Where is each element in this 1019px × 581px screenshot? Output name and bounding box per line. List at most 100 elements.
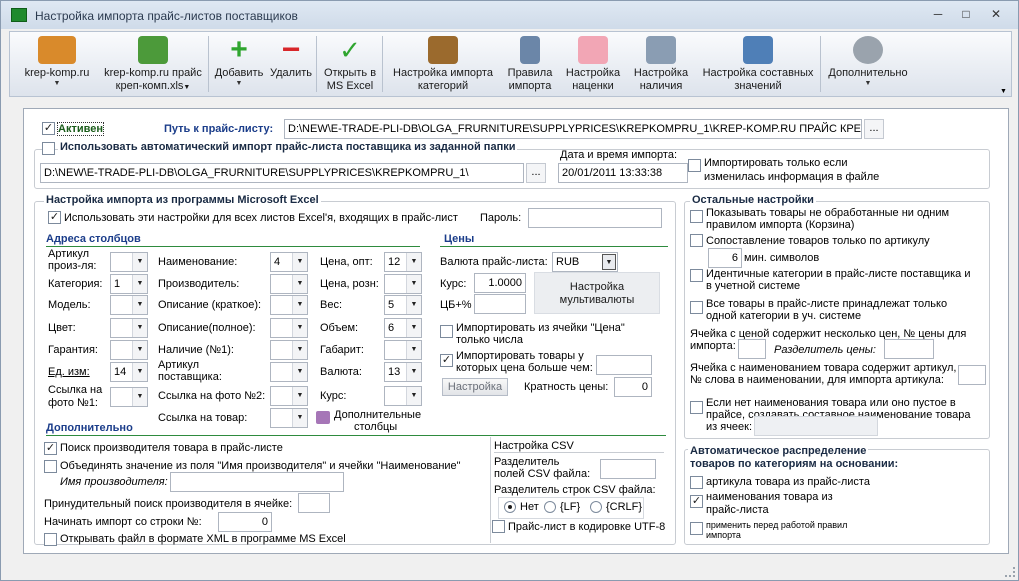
delete-label: Удалить <box>270 67 312 79</box>
password-field[interactable] <box>528 208 662 228</box>
weight-column-select[interactable]: 5 ▼ <box>384 295 422 315</box>
browse-path-button[interactable]: ... <box>864 119 884 139</box>
full-description-column-select[interactable]: ▼ <box>270 318 308 338</box>
manufacturer-name-field[interactable] <box>170 472 344 492</box>
price-setting-button[interactable]: Настройка <box>442 378 508 396</box>
price-currency-select[interactable]: RUB ▼ <box>552 252 618 272</box>
cb-percent-field[interactable] <box>474 294 526 314</box>
prices-header: Цены <box>444 233 475 245</box>
by-article-checkbox[interactable] <box>690 476 703 489</box>
toolbar-price-file-button[interactable]: krep-komp.ru прайс креп-комп.xls▼ <box>98 32 208 96</box>
markup-button[interactable]: Настройка наценки <box>560 32 626 96</box>
by-name-checkbox[interactable]: ✓ <box>690 495 703 508</box>
retail-price-column-select[interactable]: ▼ <box>384 274 422 294</box>
start-row-field[interactable]: 0 <box>218 512 272 532</box>
price-multiplicity-field[interactable]: 0 <box>614 377 652 397</box>
auto-import-checkbox[interactable] <box>42 142 55 155</box>
open-excel-button[interactable]: ✓ Открыть в MS Excel <box>318 32 382 96</box>
price-greater-checkbox[interactable]: ✓ <box>440 354 453 367</box>
multi-price-label-2: импорта: <box>690 340 736 352</box>
column-addresses-header: Адреса столбцов <box>46 233 141 245</box>
model-column-select[interactable]: ▼ <box>110 295 148 315</box>
photo2-column-select[interactable]: ▼ <box>270 386 308 406</box>
multi-price-number-field[interactable] <box>738 339 766 359</box>
chevron-down-icon: ▼ <box>292 409 307 427</box>
currency-column-select[interactable]: 13 ▼ <box>384 362 422 382</box>
open-excel-label-2: MS Excel <box>326 80 374 92</box>
csv-field-separator-field[interactable] <box>600 459 656 479</box>
composite-name-cells-field[interactable] <box>754 416 878 436</box>
size-column-select[interactable]: ▼ <box>384 340 422 360</box>
csv-separator-crlf-radio[interactable] <box>590 501 602 513</box>
match-article-checkbox[interactable] <box>690 234 703 247</box>
one-category-checkbox[interactable] <box>690 301 703 314</box>
manufacturer-column-select[interactable]: ▼ <box>270 274 308 294</box>
show-unprocessed-checkbox[interactable] <box>690 210 703 223</box>
category-import-button[interactable]: Настройка импорта категорий <box>384 32 502 96</box>
composite-values-button[interactable]: Настройка составных значений <box>696 32 820 96</box>
product-link-column-select[interactable]: ▼ <box>270 408 308 428</box>
min-chars-field[interactable]: 6 <box>708 248 742 268</box>
merge-name-checkbox[interactable] <box>44 460 57 473</box>
composite-name-checkbox[interactable] <box>690 401 703 414</box>
open-xml-checkbox[interactable] <box>44 533 57 546</box>
price-greater-field[interactable] <box>596 355 652 375</box>
cb-percent-label: ЦБ+% <box>440 299 472 311</box>
rate-label: Курс: <box>440 278 467 290</box>
rate-column-select[interactable]: ▼ <box>384 386 422 406</box>
csv-separator-none-label: Нет <box>520 501 539 513</box>
multicurrency-button[interactable]: Настройка мультивалюты <box>534 272 660 314</box>
supplier-article-column-select[interactable]: ▼ <box>270 362 308 382</box>
show-unprocessed-label-1: Показывать товары не обработанные ни одн… <box>706 207 950 219</box>
all-sheets-checkbox[interactable]: ✓ <box>48 211 61 224</box>
price-separator-field[interactable] <box>884 339 934 359</box>
import-rules-label-2: импорта <box>508 80 552 92</box>
color-column-select[interactable]: ▼ <box>110 318 148 338</box>
short-description-column-select[interactable]: ▼ <box>270 295 308 315</box>
availability-button[interactable]: Настройка наличия <box>628 32 694 96</box>
delete-button[interactable]: − Удалить <box>266 32 316 96</box>
auto-import-folder-field[interactable]: D:\NEW\E-TRADE-PLI-DB\OLGA_FRURNITURE\SU… <box>40 163 524 183</box>
apply-before-rules-checkbox[interactable] <box>690 522 703 535</box>
csv-title: Настройка CSV <box>494 440 574 452</box>
dropdown-arrow-icon: ▼ <box>864 80 872 87</box>
close-button[interactable]: ✕ <box>985 7 1007 23</box>
only-changed-checkbox[interactable] <box>688 159 701 172</box>
csv-separator-lf-radio[interactable] <box>544 501 556 513</box>
active-checkbox[interactable]: ✓ <box>42 122 55 135</box>
search-manufacturer-checkbox[interactable]: ✓ <box>44 442 57 455</box>
article-column-select[interactable]: ▼ <box>110 252 148 272</box>
import-rules-label-1: Правила <box>507 67 553 79</box>
toolbar-overflow-icon[interactable]: ▼ <box>1000 88 1007 95</box>
extra-columns-link-2[interactable]: столбцы <box>354 421 397 433</box>
import-rules-button[interactable]: Правила импорта <box>502 32 558 96</box>
identical-categories-checkbox[interactable] <box>690 269 703 282</box>
utf8-checkbox[interactable] <box>492 520 505 533</box>
browse-folder-button[interactable]: ... <box>526 163 546 183</box>
price-path-field[interactable]: D:\NEW\E-TRADE-PLI-DB\OLGA_FRURNITURE\SU… <box>284 119 862 139</box>
one-category-label-2: одной категории в уч. системе <box>706 310 862 322</box>
volume-column-select[interactable]: 6 ▼ <box>384 318 422 338</box>
resize-grip[interactable] <box>1005 567 1015 577</box>
unit-column-select[interactable]: 14 ▼ <box>110 362 148 382</box>
article-word-field[interactable] <box>958 365 986 385</box>
photo1-column-select[interactable]: ▼ <box>110 387 148 407</box>
name-column-select[interactable]: 4 ▼ <box>270 252 308 272</box>
rate-field[interactable]: 1.0000 <box>474 273 526 293</box>
more-button[interactable]: Дополнительно ▼ <box>822 32 914 96</box>
csv-separator-none-radio[interactable] <box>504 501 516 513</box>
toolbar-krep-button[interactable]: krep-komp.ru ▼ <box>14 32 100 96</box>
category-column-select[interactable]: 1 ▼ <box>110 274 148 294</box>
warranty-column-select[interactable]: ▼ <box>110 340 148 360</box>
wholesale-price-column-select[interactable]: 12 ▼ <box>384 252 422 272</box>
extra-columns-link-1[interactable]: Дополнительные <box>334 409 421 421</box>
minimize-button[interactable]: ─ <box>927 7 949 23</box>
forced-search-field[interactable] <box>298 493 330 513</box>
add-button[interactable]: + Добавить ▼ <box>210 32 268 96</box>
maximize-button[interactable]: □ <box>955 7 977 23</box>
availability1-column-select[interactable]: ▼ <box>270 340 308 360</box>
import-datetime-field[interactable]: 20/01/2011 13:33:38 <box>558 163 688 183</box>
unit-label: Ед. изм: <box>48 366 90 378</box>
auto-distribution-title-2: товаров по категориям на основании: <box>688 458 901 470</box>
numbers-only-checkbox[interactable] <box>440 325 453 338</box>
